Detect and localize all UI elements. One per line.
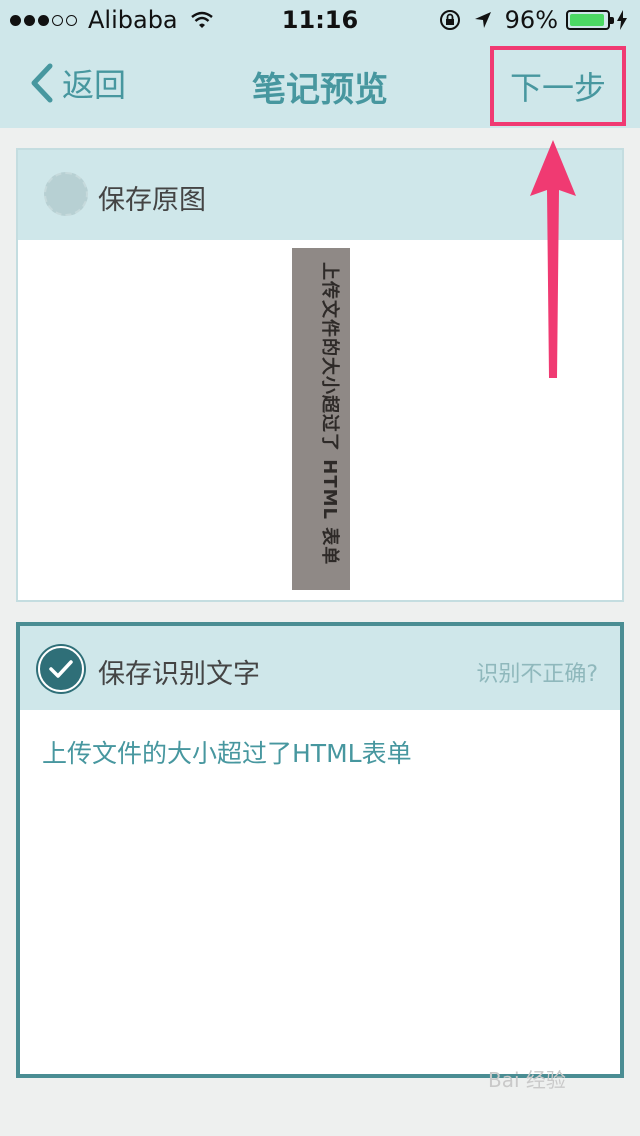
battery-percent: 96%: [504, 6, 558, 34]
original-image-thumbnail: 上传文件的大小超过了 HTML 表单: [292, 248, 350, 590]
save-text-label: 保存识别文字: [98, 659, 260, 690]
save-text-checkbox[interactable]: [38, 646, 84, 692]
original-image-text: 上传文件的大小超过了 HTML 表单: [319, 262, 340, 566]
save-original-radio[interactable]: [44, 172, 88, 216]
status-bar: Alibaba 11:16 96%: [0, 0, 640, 40]
nav-bar: 返回 笔记预览 下一步: [0, 40, 640, 128]
watermark: Bai 经验: [488, 1068, 566, 1092]
location-icon: [474, 12, 491, 28]
status-right: 96%: [439, 6, 628, 34]
charging-icon: [617, 10, 627, 30]
next-step-button[interactable]: 下一步: [490, 46, 626, 126]
save-text-header[interactable]: 保存识别文字 识别不正确?: [20, 626, 620, 710]
save-original-label: 保存原图: [98, 185, 206, 216]
rotation-lock-icon: [439, 10, 460, 30]
battery-icon: [566, 10, 614, 30]
save-text-card: 保存识别文字 识别不正确? 上传文件的大小超过了HTML表单: [16, 622, 624, 1078]
annotation-arrow-icon: [530, 140, 576, 378]
recognized-text[interactable]: 上传文件的大小超过了HTML表单: [42, 734, 412, 770]
recognition-wrong-link[interactable]: 识别不正确?: [476, 656, 598, 688]
checkmark-icon: [49, 660, 73, 678]
